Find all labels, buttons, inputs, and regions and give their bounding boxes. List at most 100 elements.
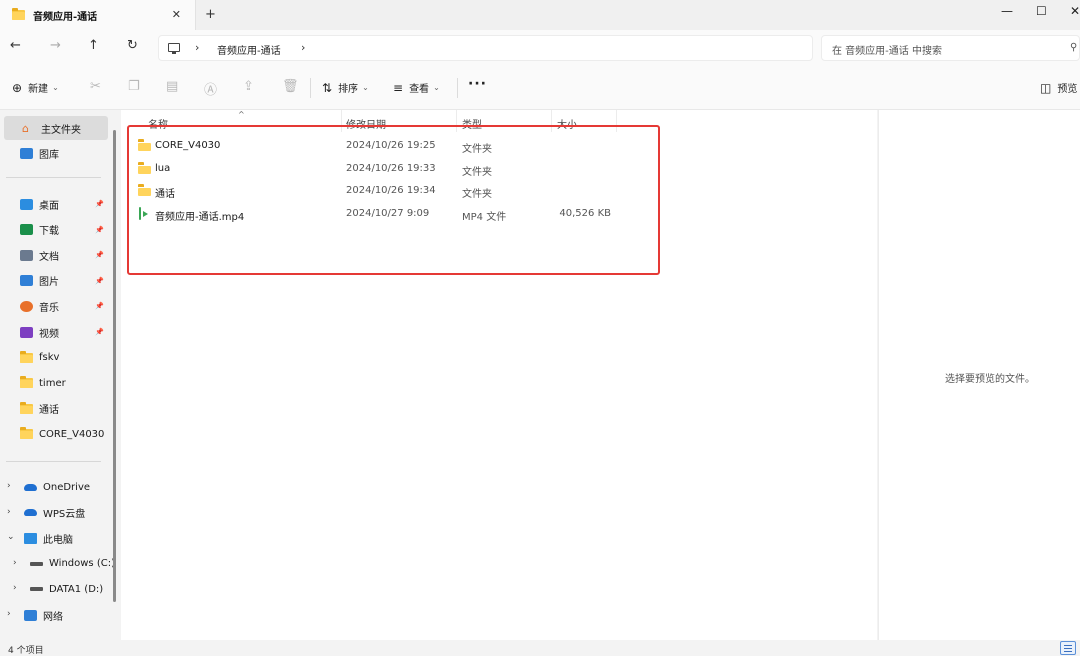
sidebar-item-label: CORE_V4030 — [39, 428, 105, 440]
sidebar-scrollbar[interactable] — [113, 130, 116, 602]
delete-icon[interactable]: 🗑 — [282, 79, 299, 94]
close-window-button[interactable]: ✕ — [1070, 4, 1080, 18]
sidebar-item-label: 主文件夹 — [41, 124, 81, 136]
sort-button-label: 排序 — [338, 84, 359, 95]
tab-current-folder[interactable]: 音频应用-通话 ✕ — [0, 0, 196, 30]
preview-pane-button[interactable]: ◫ 预览 — [1040, 80, 1078, 96]
share-icon[interactable]: ⇪ — [243, 79, 254, 94]
drive-icon — [30, 561, 43, 566]
sidebar-item-quick[interactable]: 文档 📌 — [0, 243, 110, 267]
forward-button[interactable]: → — [50, 38, 61, 53]
item-count: 4 个项目 — [8, 646, 44, 656]
pin-icon: 📌 — [95, 200, 104, 208]
paste-icon[interactable]: ▤ — [166, 79, 178, 94]
tab-close-button[interactable]: ✕ — [172, 8, 181, 21]
copy-icon[interactable]: ❐ — [128, 79, 140, 94]
sidebar-item-home[interactable]: ⌂ 主文件夹 — [4, 116, 108, 140]
rename-icon[interactable]: Ⓐ — [204, 79, 217, 98]
sidebar-item-quick[interactable]: timer — [0, 371, 110, 395]
up-button[interactable]: ↑ — [88, 38, 99, 53]
sidebar-item-quick[interactable]: 桌面 📌 — [0, 192, 110, 216]
document-icon — [20, 249, 33, 261]
sidebar-divider — [6, 177, 101, 178]
view-button[interactable]: ≡ 查看 ⌄ — [393, 80, 440, 96]
preview-button-label: 预览 — [1057, 84, 1078, 95]
chevron-right-icon[interactable]: › — [13, 583, 17, 593]
video-icon — [20, 326, 33, 338]
sidebar-item-label: 下载 — [39, 226, 59, 238]
chevron-right-icon[interactable]: › — [7, 609, 11, 619]
cut-icon[interactable]: ✂ — [90, 79, 101, 94]
back-button[interactable]: ← — [10, 38, 21, 53]
gallery-icon — [20, 147, 33, 159]
sidebar-item-label: WPS云盘 — [43, 509, 86, 521]
sidebar-item-label: OneDrive — [43, 481, 91, 493]
list-view-icon: ≡ — [393, 80, 404, 95]
minimize-button[interactable]: — — [1001, 4, 1013, 18]
navigation-bar: ← → ↑ ↻ › 音频应用-通话 › 在 音频应用-通话 中搜索 ⚲ — [0, 30, 1080, 66]
sidebar-item-label: DATA1 (D:) — [49, 583, 104, 595]
sidebar-item-label: fskv — [39, 352, 60, 364]
sidebar-divider — [6, 461, 101, 462]
folder-icon — [12, 8, 25, 20]
maximize-button[interactable]: ☐ — [1036, 4, 1047, 18]
chevron-down-icon[interactable]: ⌄ — [7, 532, 15, 542]
sidebar-item-gallery[interactable]: 图库 — [0, 141, 110, 165]
plus-circle-icon: ⊕ — [12, 80, 23, 95]
pin-icon: 📌 — [95, 302, 104, 311]
tab-title: 音频应用-通话 — [33, 11, 98, 23]
sidebar-item-location[interactable]: › DATA1 (D:) — [0, 577, 110, 601]
search-input[interactable]: 在 音频应用-通话 中搜索 — [832, 42, 942, 57]
sidebar-item-location[interactable]: › 网络 — [0, 603, 110, 627]
search-icon: ⚲ — [1070, 42, 1078, 53]
chevron-right-icon[interactable]: › — [7, 481, 11, 491]
chevron-right-icon[interactable]: › — [301, 41, 305, 54]
sidebar-item-label: 视频 — [39, 328, 59, 340]
sidebar-item-label: 通话 — [39, 405, 59, 417]
sidebar-item-quick[interactable]: CORE_V4030 — [0, 422, 110, 446]
refresh-button[interactable]: ↻ — [127, 38, 138, 53]
sidebar-item-location[interactable]: ⌄ 此电脑 — [0, 526, 110, 550]
sidebar-item-label: 桌面 — [39, 200, 59, 212]
sidebar-item-label: 音乐 — [39, 302, 59, 314]
search-box[interactable]: 在 音频应用-通话 中搜索 ⚲ — [821, 35, 1080, 61]
title-bar: 音频应用-通话 ✕ + — ☐ ✕ — [0, 0, 1080, 30]
desktop-icon — [20, 198, 33, 210]
chevron-right-icon[interactable]: › — [13, 558, 17, 568]
home-icon: ⌂ — [22, 121, 29, 135]
sidebar-item-label: 网络 — [43, 611, 63, 623]
sidebar-item-quick[interactable]: 图片 📌 — [0, 269, 110, 293]
sort-icon: ⇅ — [322, 80, 333, 95]
sidebar-item-location[interactable]: › OneDrive — [0, 475, 110, 499]
new-button[interactable]: ⊕ 新建 ⌄ — [12, 80, 59, 96]
sidebar-item-label: 文档 — [39, 251, 59, 263]
chevron-down-icon: ⌄ — [362, 83, 369, 92]
sidebar-item-quick[interactable]: fskv — [0, 346, 110, 370]
sidebar-item-label: timer — [39, 377, 66, 389]
sidebar-item-label: 图库 — [39, 149, 59, 161]
toolbar-divider — [457, 78, 458, 98]
sidebar-item-location[interactable]: › WPS云盘 — [0, 501, 110, 525]
more-options-button[interactable]: ··· — [468, 76, 487, 92]
sidebar-item-quick[interactable]: 视频 📌 — [0, 320, 110, 344]
sidebar-item-quick[interactable]: 音乐 📌 — [0, 294, 110, 318]
folder-icon — [20, 401, 33, 414]
monitor-icon — [168, 43, 180, 54]
chevron-down-icon: ⌄ — [433, 83, 440, 92]
chevron-right-icon[interactable]: › — [7, 507, 11, 517]
sidebar-item-quick[interactable]: 通话 — [0, 397, 110, 421]
new-tab-button[interactable]: + — [205, 7, 216, 22]
command-bar: ⊕ 新建 ⌄ ✂ ❐ ▤ Ⓐ ⇪ 🗑 ⇅ 排序 ⌄ ≡ 查看 ⌄ ··· ◫ 预… — [0, 66, 1080, 110]
sidebar-item-label: Windows (C:) — [49, 558, 115, 570]
sidebar-item-location[interactable]: › Windows (C:) — [0, 552, 115, 576]
address-bar[interactable]: › 音频应用-通话 › — [158, 35, 813, 61]
chevron-right-icon[interactable]: › — [195, 41, 199, 54]
breadcrumb-current[interactable]: 音频应用-通话 — [217, 42, 281, 57]
pin-icon: 📌 — [95, 251, 104, 260]
music-icon — [20, 300, 33, 312]
sidebar-item-quick[interactable]: 下载 📌 — [0, 218, 110, 242]
details-view-button[interactable] — [1060, 641, 1076, 655]
sidebar-item-label: 图片 — [39, 277, 59, 289]
sort-button[interactable]: ⇅ 排序 ⌄ — [322, 80, 369, 96]
pin-icon: 📌 — [95, 225, 104, 234]
